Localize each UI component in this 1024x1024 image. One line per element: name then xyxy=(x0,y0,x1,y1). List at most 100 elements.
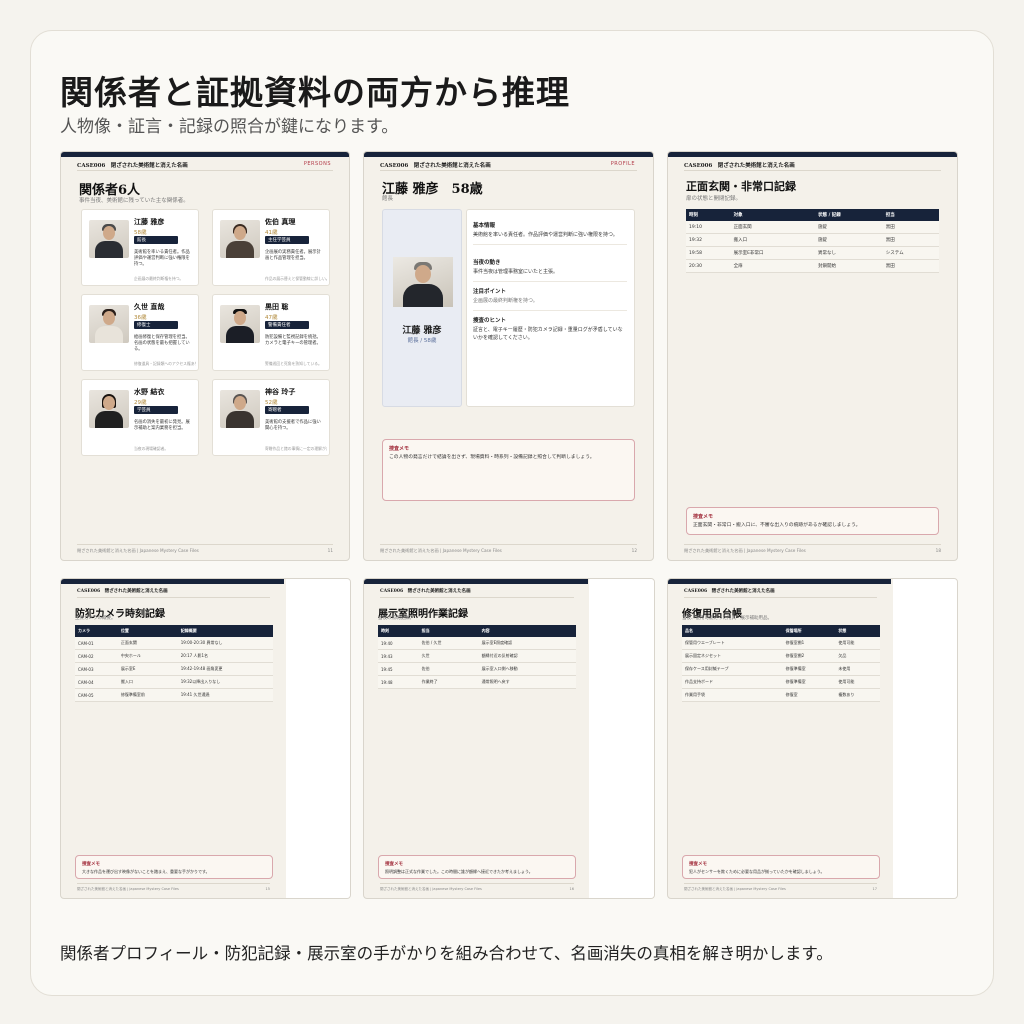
table-cell: 黒田 xyxy=(882,259,939,273)
table-cell: 19:32以降出入りなし xyxy=(177,675,273,689)
person-note: 当夜の現場確認者。 xyxy=(134,446,169,451)
page-supplies-ledger[interactable]: CASE006 閉ざされた美術館と消えた名画 修復用品台帳 当夜、使用可能だった… xyxy=(667,578,958,899)
table-cell: 黒田 xyxy=(882,221,939,234)
page-number: 15 xyxy=(265,887,270,891)
table-cell: 額縁付近の反射確認 xyxy=(478,649,576,663)
person-desc: 企画展の実務責任者。展示計画と作品管理を担当。 xyxy=(265,250,321,261)
subheadline: 人物像・証言・記録の照合が鍵になります。 xyxy=(60,117,399,137)
table-cell: CAM-03 xyxy=(75,662,118,676)
column-header: 時刻 xyxy=(686,209,731,221)
person-name: 神谷 玲子 xyxy=(265,387,296,396)
page-camera-records[interactable]: CASE006 閉ざされた美術館と消えた名画 防犯カメラ時刻記録 主要カメラの概… xyxy=(60,578,351,899)
table-cell: 19:32 xyxy=(686,233,731,247)
person-card[interactable]: 黒田 聡 47歳 警備責任者 防犯設備と監視記録を統括。カメラと電子キーの管理者… xyxy=(212,294,330,371)
page-blank-area xyxy=(893,579,957,898)
page-footer: 閉ざされた美術館と消えた名画 | Japanese Mystery Case F… xyxy=(684,883,877,892)
person-age: 29歳 xyxy=(134,400,147,406)
person-name: 久世 直哉 xyxy=(134,302,165,311)
page-lighting-records[interactable]: CASE006 閉ざされた美術館と消えた名画 展示室照明作業記録 当夜の照明記録… xyxy=(363,578,655,899)
table-cell: 展示室入口側へ移動 xyxy=(478,662,576,676)
person-role: 修復士 xyxy=(134,321,178,329)
page-number: 16 xyxy=(569,887,574,891)
table-cell: 搬入口 xyxy=(730,233,816,247)
column-header: 品名 xyxy=(682,625,783,637)
person-desc: 絵画修復と保存管理を担当。名画の状態を最も把握している。 xyxy=(134,335,190,352)
investigation-memo: 捜査メモ 正面玄関・非常口・搬入口に、不審な出入りの痕跡があるか確認しましょう。 xyxy=(686,507,939,535)
page-subtitle: 当夜の照明記録。 xyxy=(378,616,414,621)
table-cell: 複数あり xyxy=(835,688,880,702)
memo-title: 捜査メモ xyxy=(693,514,714,520)
photo-name: 江藤 雅彦 xyxy=(402,326,442,336)
info-section: 捜査のヒント 証言と、電子キー履歴・防犯カメラ記録・重量ログが矛盾していないかを… xyxy=(473,316,627,342)
person-age: 36歳 xyxy=(134,315,147,321)
divider xyxy=(380,170,637,171)
table-row: 20:30 全扉 封鎖開始 黒田 xyxy=(686,259,939,273)
person-desc: 防犯設備と監視記録を統括。カメラと電子キーの管理者。 xyxy=(265,335,321,346)
person-photo xyxy=(89,390,129,428)
table-cell: 19:48 xyxy=(378,675,419,689)
person-role: 警備責任者 xyxy=(265,321,309,329)
memo-title: 捜査メモ xyxy=(82,862,100,867)
table-row: 展示固定ネジセット 修復室棚2 欠品 xyxy=(682,649,880,663)
table-cell: 修復室棚2 xyxy=(782,649,836,663)
table-header-row: 品名 保管場所 状態 xyxy=(682,625,880,637)
divider xyxy=(684,597,877,598)
table-cell: 修復準備室 xyxy=(782,675,836,689)
section-body: 事件当夜は管理事務室にいたと主張。 xyxy=(473,269,559,275)
footer-text: 閉ざされた美術館と消えた名画 | Japanese Mystery Case F… xyxy=(77,887,179,891)
photo-panel: 江藤 雅彦 館長 / 58歳 xyxy=(382,209,462,407)
page-persons[interactable]: CASE006 閉ざされた美術館と消えた名画 PERSONS 関係者6人 事件当… xyxy=(60,151,350,561)
table-cell: 19:10 xyxy=(686,221,731,234)
page-topbar xyxy=(61,579,284,584)
case-label: CASE006 閉ざされた美術館と消えた名画 xyxy=(380,589,471,594)
page-entrance-records[interactable]: CASE006 閉ざされた美術館と消えた名画 正面玄関・非常口記録 扉の状態と開… xyxy=(667,151,958,561)
page-subtitle: 当夜、使用可能だった用具・展示補助用品。 xyxy=(682,616,772,621)
person-note: 修復道具・記録類へのアクセス権あり。 xyxy=(134,361,196,366)
person-card[interactable]: 久世 直哉 36歳 修復士 絵画修復と保存管理を担当。名画の状態を最も把握してい… xyxy=(81,294,199,371)
memo-body: 照明調整は正式な作業でした。この時間に誰が額縁へ接近できたか考えましょう。 xyxy=(385,869,533,874)
person-card[interactable]: 江藤 雅彦 58歳 館長 美術館を率いる責任者。作品評価や運営判断に強い権限を持… xyxy=(81,209,199,286)
table-cell: 作業用手袋 xyxy=(682,688,783,702)
table-cell: 作品支持ボード xyxy=(682,675,783,689)
table-row: CAM-05 修復準備室前 19:41 久世通過 xyxy=(75,688,273,702)
table-cell: 作業終了 xyxy=(418,675,479,689)
table-cell: 使用可能 xyxy=(835,675,880,689)
footer-text: 閉ざされた美術館と消えた名画 | Japanese Mystery Case F… xyxy=(380,887,482,891)
records-table: 時刻 担当 内容 19:40 佐伯 / 久世 展示室E照度確認 19:43 久世 額縁付… xyxy=(378,625,576,689)
person-age: 52歳 xyxy=(265,400,278,406)
table-cell: 19:45 xyxy=(378,662,419,676)
section-body: 企画展の最終判断権を持つ。 xyxy=(473,298,538,304)
person-role: 学芸員 xyxy=(134,406,178,414)
headline: 関係者と証拠資料の両方から推理 xyxy=(60,73,570,112)
page-number: 12 xyxy=(631,548,637,553)
page-footer: 閉ざされた美術館と消えた名画 | Japanese Mystery Case F… xyxy=(77,544,333,554)
footer-text: 閉ざされた美術館と消えた名画 | Japanese Mystery Case F… xyxy=(77,548,199,553)
table-cell: システム xyxy=(882,246,939,260)
table-row: CAM-02 中央ホール 20:17 人影1名 xyxy=(75,649,273,663)
table-row: 19:45 佐伯 展示室入口側へ移動 xyxy=(378,662,576,676)
divider xyxy=(77,597,270,598)
person-card[interactable]: 水野 結衣 29歳 学芸員 名画の消失を最初に発見。展示補助と案内業務を担当。 … xyxy=(81,379,199,456)
footer-text: 閉ざされた美術館と消えた名画 | Japanese Mystery Case F… xyxy=(380,548,502,553)
page-topbar xyxy=(668,579,891,584)
case-label: CASE006 閉ざされた美術館と消えた名画 xyxy=(380,163,491,169)
table-row: 19:43 久世 額縁付近の反射確認 xyxy=(378,649,576,663)
table-cell: 展示室E照度確認 xyxy=(478,637,576,650)
page-profile[interactable]: CASE006 閉ざされた美術館と消えた名画 PROFILE 江藤 雅彦 58歳… xyxy=(363,151,654,561)
photo-subtitle: 館長 / 58歳 xyxy=(407,338,437,344)
person-card[interactable]: 佐伯 真理 41歳 主任学芸員 企画展の実務責任者。展示計画と作品管理を担当。 … xyxy=(212,209,330,286)
investigation-memo: 捜査メモ 大きな作品を運び出す映像がないことを踏まえ、重要な手がかりです。 xyxy=(75,855,273,879)
section-heading: 基本情報 xyxy=(473,223,496,229)
section-heading: 当夜の動き xyxy=(473,260,501,266)
table-row: CAM-04 搬入口 19:32以降出入りなし xyxy=(75,675,273,689)
table-cell: 19:40 xyxy=(378,637,419,650)
table-cell: 修復室 xyxy=(782,688,836,702)
table-cell: 20:17 人影1名 xyxy=(177,649,273,663)
person-card[interactable]: 神谷 玲子 52歳 寄贈者 美術館の支援者で作品に強い関心を持つ。 寄贈作品と館… xyxy=(212,379,330,456)
table-cell: 展示室E xyxy=(117,662,178,676)
profile-photo xyxy=(393,257,453,307)
person-desc: 美術館を率いる責任者。作品評価や運営判断に強い権限を持つ。 xyxy=(134,250,190,267)
page-topbar xyxy=(61,152,349,157)
table-cell: 佐伯 / 久世 xyxy=(418,637,479,650)
section-body: 美術館を率いる責任者。作品評価や運営判断に強い権限を持つ。 xyxy=(473,232,618,238)
